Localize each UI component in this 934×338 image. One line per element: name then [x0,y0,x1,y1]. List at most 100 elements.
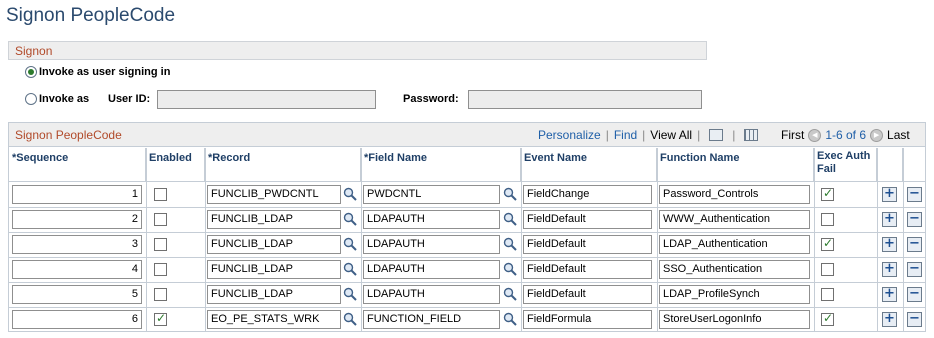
add-row-icon[interactable]: + [882,212,897,227]
magnifier-icon[interactable] [503,237,517,251]
first-arrow-icon[interactable]: ◀ [808,128,822,142]
field-name-input[interactable]: LDAPAUTH [363,260,500,279]
enabled-checkbox[interactable] [154,238,167,251]
magnifier-icon[interactable] [503,262,517,276]
last-label[interactable]: Last [887,128,910,142]
magnifier-icon[interactable] [343,212,357,226]
enabled-checkbox[interactable] [154,311,167,326]
function-name-input[interactable]: Password_Controls [659,185,810,204]
user-id-field[interactable] [157,90,376,109]
exec-auth-fail-checkbox[interactable] [821,288,834,301]
record-input[interactable]: FUNCLIB_LDAP [207,260,341,279]
add-row-icon[interactable]: + [882,312,897,327]
magnifier-icon[interactable] [343,312,357,326]
exec-auth-fail-checkbox[interactable] [821,263,834,276]
zoom-icon[interactable] [709,129,724,141]
grid-download-icon[interactable] [744,129,759,141]
event-name-input[interactable]: FieldChange [523,185,652,204]
function-name-input[interactable]: LDAP_Authentication [659,235,810,254]
exec-auth-fail-checkbox[interactable] [821,236,834,251]
magnifier-icon[interactable] [503,312,517,326]
sequence-input[interactable]: 1 [12,185,142,204]
delete-row-icon[interactable]: − [907,287,922,302]
delete-row-icon[interactable]: − [907,312,922,327]
event-name-input[interactable]: FieldDefault [523,210,652,229]
magnifier-icon[interactable] [343,262,357,276]
magnifier-icon[interactable] [343,287,357,301]
add-row-icon[interactable]: + [882,237,897,252]
password-label: Password: [403,93,459,105]
row-range: 1-6 of 6 [825,128,867,142]
sequence-input[interactable]: 3 [12,235,142,254]
col-sequence: *Sequence [9,148,146,182]
col-field-name: *Field Name [361,148,521,182]
view-all-link[interactable]: View All [650,128,692,142]
col-add [877,148,903,182]
record-input[interactable]: EO_PE_STATS_WRK [207,310,341,329]
col-record: *Record [205,148,361,182]
sequence-input[interactable]: 5 [12,285,142,304]
magnifier-icon[interactable] [503,187,517,201]
last-arrow-icon[interactable]: ▶ [870,128,884,142]
delete-row-icon[interactable]: − [907,212,922,227]
field-name-input[interactable]: FUNCTION_FIELD [363,310,500,329]
add-row-icon[interactable]: + [882,287,897,302]
personalize-link[interactable]: Personalize [538,128,601,142]
function-name-input[interactable]: SSO_Authentication [659,260,810,279]
sequence-input[interactable]: 4 [12,260,142,279]
col-event-name: Event Name [521,148,657,182]
field-name-input[interactable]: LDAPAUTH [363,235,500,254]
enabled-checkbox[interactable] [154,188,167,201]
add-row-icon[interactable]: + [882,262,897,277]
col-function-name: Function Name [657,148,814,182]
field-name-input[interactable]: LDAPAUTH [363,210,500,229]
user-id-label: User ID: [108,93,151,105]
delete-row-icon[interactable]: − [907,237,922,252]
function-name-input[interactable]: StoreUserLogonInfo [659,310,810,329]
sequence-input[interactable]: 2 [12,210,142,229]
first-label[interactable]: First [781,128,804,142]
grid-header-bar: Signon PeopleCode Personalize | Find | V… [9,123,925,147]
event-name-input[interactable]: FieldDefault [523,235,652,254]
field-name-input[interactable]: LDAPAUTH [363,285,500,304]
col-enabled: Enabled [146,148,205,182]
magnifier-icon[interactable] [503,212,517,226]
sequence-input[interactable]: 6 [12,310,142,329]
function-name-input[interactable]: LDAP_ProfileSynch [659,285,810,304]
event-name-input[interactable]: FieldDefault [523,285,652,304]
exec-auth-fail-checkbox[interactable] [821,186,834,201]
invoke-as-user-option[interactable]: Invoke as user signing in [25,66,170,78]
signon-peoplecode-grid: Signon PeopleCode Personalize | Find | V… [8,122,926,332]
page-title: Signon PeopleCode [6,5,176,26]
signon-section-header: Signon [8,41,707,60]
magnifier-icon[interactable] [503,287,517,301]
grid-title: Signon PeopleCode [15,128,122,142]
record-input[interactable]: FUNCLIB_LDAP [207,285,341,304]
col-delete [903,148,925,182]
col-exec-auth-fail: Exec Auth Fail [814,148,877,182]
delete-row-icon[interactable]: − [907,262,922,277]
event-name-input[interactable]: FieldFormula [523,310,652,329]
field-name-input[interactable]: PWDCNTL [363,185,500,204]
event-name-input[interactable]: FieldDefault [523,260,652,279]
enabled-checkbox[interactable] [154,263,167,276]
delete-row-icon[interactable]: − [907,187,922,202]
exec-auth-fail-checkbox[interactable] [821,311,834,326]
password-field[interactable] [468,90,702,109]
grid-navigation: Personalize | Find | View All | | [538,128,762,142]
add-row-icon[interactable]: + [882,187,897,202]
exec-auth-fail-checkbox[interactable] [821,213,834,226]
find-link[interactable]: Find [614,128,637,142]
magnifier-icon[interactable] [343,237,357,251]
enabled-checkbox[interactable] [154,288,167,301]
invoke-as-option[interactable]: Invoke as [25,93,89,105]
radio-invoke-user[interactable] [25,66,37,78]
enabled-checkbox[interactable] [154,213,167,226]
magnifier-icon[interactable] [343,187,357,201]
radio-invoke-as[interactable] [25,93,37,105]
record-input[interactable]: FUNCLIB_LDAP [207,210,341,229]
radio-invoke-user-label: Invoke as user signing in [39,66,171,78]
record-input[interactable]: FUNCLIB_LDAP [207,235,341,254]
function-name-input[interactable]: WWW_Authentication [659,210,810,229]
record-input[interactable]: FUNCLIB_PWDCNTL [207,185,341,204]
